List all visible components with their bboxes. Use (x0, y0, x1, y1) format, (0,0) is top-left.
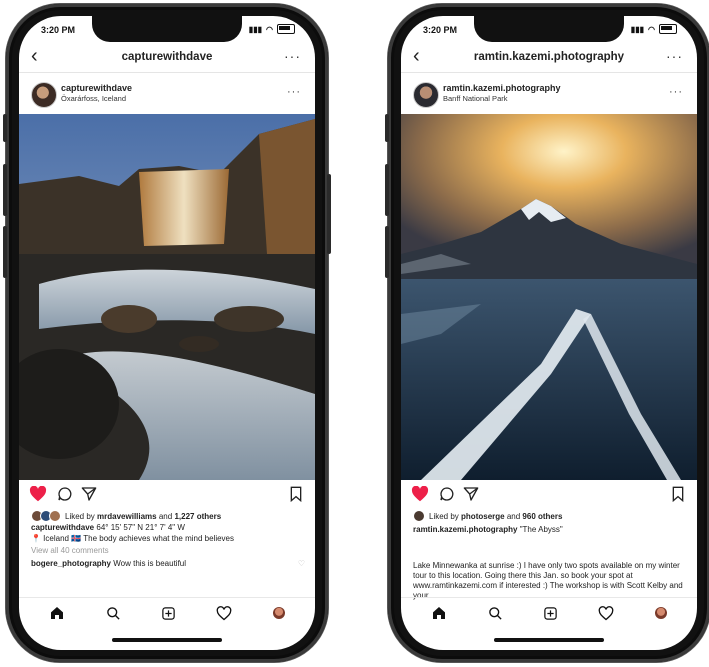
post-photo-mountain-lake[interactable] (401, 114, 697, 480)
liked-by-and: and (506, 511, 521, 521)
post-location[interactable]: Öxarárfoss, Iceland (61, 94, 126, 103)
side-button (327, 174, 331, 254)
nav-bar: ‹ capturewithdave ··· (19, 42, 315, 73)
caption-text: 64° 15' 57" N 21° 7' 4" W (96, 523, 185, 532)
liked-by-others[interactable]: 960 others (522, 512, 562, 521)
add-post-icon[interactable] (543, 606, 558, 621)
system-icons: ▮▮▮ ◠ (249, 24, 295, 34)
home-indicator[interactable] (494, 638, 604, 642)
caption-line2: 📍 Iceland 🇮🇸 The body achieves what the … (31, 534, 234, 543)
liker-avatars (413, 510, 425, 522)
screen: 3:20 PM ▮▮▮ ◠ ‹ ramtin.kazemi.photograph… (401, 16, 697, 650)
tab-bar (19, 597, 315, 628)
liked-by-others[interactable]: 1,227 others (174, 512, 221, 521)
phone-left: 3:20 PM ▮▮▮ ◠ ‹ capturewithdave ··· capt… (3, 4, 331, 662)
comment-icon[interactable] (439, 486, 455, 502)
wifi-icon: ◠ (266, 24, 273, 34)
phone-right: 3:20 PM ▮▮▮ ◠ ‹ ramtin.kazemi.photograph… (385, 4, 709, 662)
liked-by-user[interactable]: photoserge (461, 512, 505, 521)
comment: bogere_photography Wow this is beautiful… (31, 559, 305, 569)
more-icon[interactable]: ··· (284, 48, 301, 64)
post-username[interactable]: capturewithdave (61, 83, 132, 93)
post-header: ramtin.kazemi.photography Banff National… (401, 74, 697, 114)
status-time: 3:20 PM (41, 25, 76, 35)
nav-bar: ‹ ramtin.kazemi.photography ··· (401, 42, 697, 73)
activity-icon[interactable] (216, 605, 232, 621)
search-icon[interactable] (106, 606, 121, 621)
view-comments-link[interactable]: View all 40 comments (31, 546, 305, 556)
volume-down-button (3, 226, 7, 278)
liker-avatars (31, 510, 61, 522)
likes-line[interactable]: Liked by mrdavewilliams and 1,227 others (31, 510, 305, 522)
avatar[interactable] (413, 82, 439, 108)
battery-icon (277, 24, 295, 34)
home-indicator[interactable] (112, 638, 222, 642)
likes-line[interactable]: Liked by photoserge and 960 others (413, 510, 687, 522)
mute-switch (385, 114, 389, 142)
more-icon[interactable]: ··· (666, 48, 683, 64)
status-time: 3:20 PM (423, 25, 458, 35)
post-more-icon[interactable]: ··· (287, 86, 301, 98)
liked-by-user[interactable]: mrdavewilliams (97, 512, 157, 521)
comment-text: Wow this is beautiful (113, 559, 187, 568)
post-header: capturewithdave Öxarárfoss, Iceland ··· (19, 74, 315, 114)
profile-avatar[interactable] (272, 607, 285, 619)
caption-text: "The Abyss" (519, 525, 563, 534)
tab-bar (401, 597, 697, 628)
post-actions (401, 484, 697, 506)
caption: ramtin.kazemi.photography "The Abyss" (413, 525, 687, 535)
caption-user[interactable]: capturewithdave (31, 523, 94, 532)
comment-icon[interactable] (57, 486, 73, 502)
caption: capturewithdave 64° 15' 57" N 21° 7' 4" … (31, 523, 305, 533)
bookmark-icon[interactable] (289, 486, 303, 502)
heart-icon[interactable] (411, 486, 429, 502)
home-icon[interactable] (49, 605, 65, 621)
back-arrow-icon[interactable]: ‹ (31, 45, 38, 68)
post-location[interactable]: Banff National Park (443, 94, 507, 103)
search-icon[interactable] (488, 606, 503, 621)
system-icons: ▮▮▮ ◠ (631, 24, 677, 34)
screen: 3:20 PM ▮▮▮ ◠ ‹ capturewithdave ··· capt… (19, 16, 315, 650)
caption-user[interactable]: ramtin.kazemi.photography (413, 525, 517, 534)
back-arrow-icon[interactable]: ‹ (413, 45, 420, 68)
profile-avatar[interactable] (654, 607, 667, 619)
nav-title: ramtin.kazemi.photography (473, 51, 625, 63)
post-username[interactable]: ramtin.kazemi.photography (443, 83, 561, 93)
volume-down-button (385, 226, 389, 278)
nav-title: capturewithdave (121, 51, 213, 63)
liker-avatar (49, 510, 61, 522)
volume-up-button (3, 164, 7, 216)
liker-avatar (413, 510, 425, 522)
home-icon[interactable] (431, 605, 447, 621)
share-icon[interactable] (81, 486, 97, 502)
signal-icon: ▮▮▮ (248, 24, 263, 34)
share-icon[interactable] (463, 486, 479, 502)
notch (474, 16, 624, 42)
liked-by-prefix: Liked by (65, 511, 95, 521)
post-actions (19, 484, 315, 506)
notch (92, 16, 242, 42)
liked-by-and: and (158, 511, 173, 521)
heart-icon[interactable] (29, 486, 47, 502)
bookmark-icon[interactable] (671, 486, 685, 502)
comment-like-icon[interactable]: ♡ (298, 559, 305, 569)
liked-by-prefix: Liked by (429, 511, 459, 521)
battery-icon (659, 24, 677, 34)
wifi-icon: ◠ (648, 24, 655, 34)
post-more-icon[interactable]: ··· (669, 86, 683, 98)
mute-switch (3, 114, 7, 142)
volume-up-button (385, 164, 389, 216)
add-post-icon[interactable] (161, 606, 176, 621)
post-photo-waterfall[interactable] (19, 114, 315, 480)
comment-user[interactable]: bogere_photography (31, 559, 111, 568)
avatar[interactable] (31, 82, 57, 108)
signal-icon: ▮▮▮ (630, 24, 645, 34)
activity-icon[interactable] (598, 605, 614, 621)
